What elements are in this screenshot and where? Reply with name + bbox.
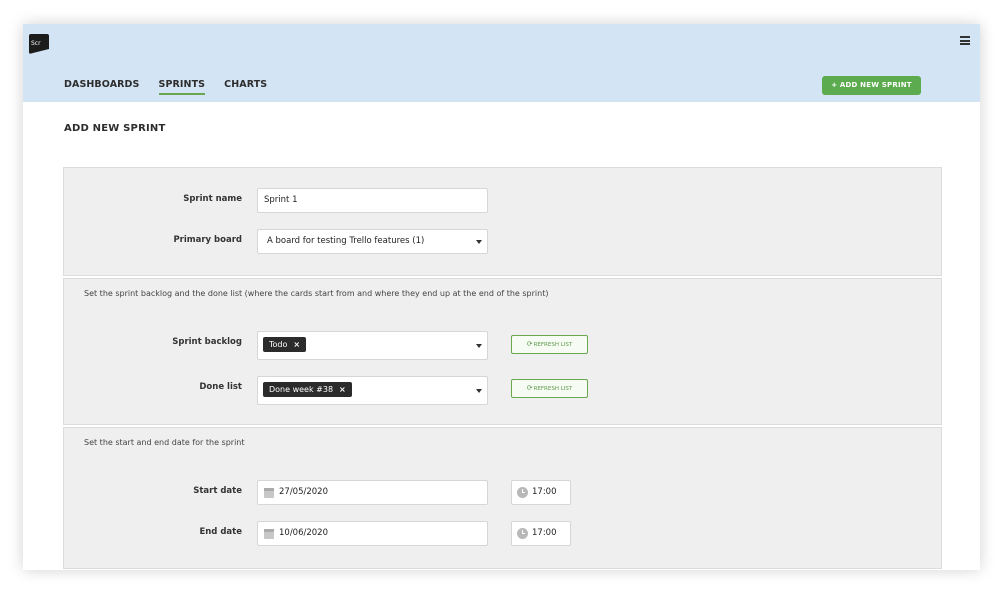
backlog-tag-label: Todo [269,340,288,349]
sprint-lists-panel: Set the sprint backlog and the done list… [63,278,942,425]
refresh-backlog-button[interactable]: ⟳REFRESH LIST [511,335,588,354]
end-time-value: 17:00 [532,528,557,538]
end-time-input[interactable]: 17:00 [511,521,571,546]
sprint-backlog-select[interactable]: Todo × [257,331,488,360]
remove-tag-icon[interactable]: × [293,340,300,349]
end-date-input[interactable]: 10/06/2020 [257,521,488,546]
lists-description: Set the sprint backlog and the done list… [84,289,549,298]
chevron-down-icon [476,344,482,348]
refresh-label: REFRESH LIST [533,342,573,348]
start-time-value: 17:00 [532,487,557,497]
done-list-label: Done list [199,382,242,392]
done-tag: Done week #38 × [263,382,352,397]
calendar-icon [264,529,274,539]
sprint-backlog-label: Sprint backlog [172,337,242,347]
start-date-value: 27/05/2020 [279,487,328,497]
nav-charts[interactable]: CHARTS [224,79,267,95]
primary-board-value: A board for testing Trello features (1) [267,236,425,246]
hamburger-icon[interactable] [960,36,970,45]
refresh-icon: ⟳ [526,384,533,392]
app-logo[interactable]: Scr [29,34,49,54]
sprint-dates-panel: Set the start and end date for the sprin… [63,427,942,569]
nav-dashboards[interactable]: DASHBOARDS [64,79,140,95]
start-date-input[interactable]: 27/05/2020 [257,480,488,505]
start-date-label: Start date [193,486,242,496]
done-list-select[interactable]: Done week #38 × [257,376,488,405]
start-time-input[interactable]: 17:00 [511,480,571,505]
done-tag-label: Done week #38 [269,385,334,394]
end-date-label: End date [199,527,242,537]
sprint-basics-panel: Sprint name Sprint 1 Primary board A boa… [63,167,942,276]
clock-icon [517,487,528,498]
refresh-done-button[interactable]: ⟳REFRESH LIST [511,379,588,398]
add-new-sprint-button[interactable]: + ADD NEW SPRINT [822,76,921,95]
main-nav: DASHBOARDS SPRINTS CHARTS [64,79,267,95]
clock-icon [517,528,528,539]
sprint-name-input[interactable]: Sprint 1 [257,188,488,213]
remove-tag-icon[interactable]: × [339,385,346,394]
nav-sprints[interactable]: SPRINTS [158,79,206,95]
backlog-tag: Todo × [263,337,307,352]
refresh-label: REFRESH LIST [533,386,573,392]
top-header: Scr DASHBOARDS SPRINTS CHARTS + ADD NEW … [23,24,980,102]
app-window: Scr DASHBOARDS SPRINTS CHARTS + ADD NEW … [23,24,980,570]
refresh-icon: ⟳ [526,340,533,348]
end-date-value: 10/06/2020 [279,528,328,538]
primary-board-select[interactable]: A board for testing Trello features (1) [257,229,488,254]
primary-board-label: Primary board [173,235,242,245]
dates-description: Set the start and end date for the sprin… [84,438,245,447]
page-title: ADD NEW SPRINT [64,123,166,134]
chevron-down-icon [476,389,482,393]
chevron-down-icon [476,240,482,244]
sprint-name-label: Sprint name [183,194,242,204]
calendar-icon [264,488,274,498]
